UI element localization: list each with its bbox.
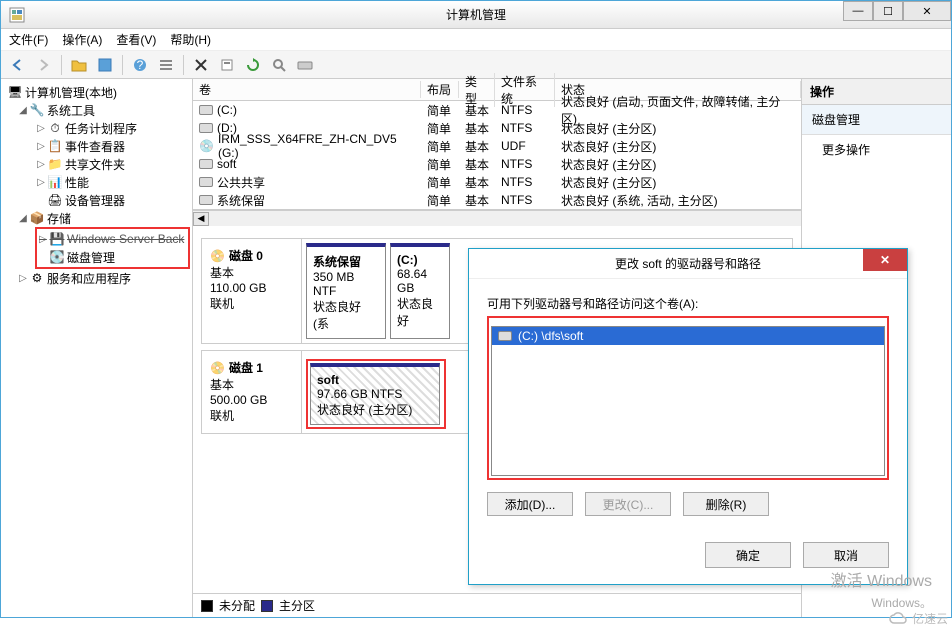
actions-more[interactable]: 更多操作	[802, 135, 951, 164]
computer-icon: 🖥	[7, 84, 23, 100]
cancel-button[interactable]: 取消	[803, 542, 889, 568]
menu-file[interactable]: 文件(F)	[9, 31, 48, 48]
brand-watermark: 亿速云	[888, 610, 948, 627]
volume-row[interactable]: 系统保留简单基本NTFS状态良好 (系统, 活动, 主分区)	[193, 191, 801, 209]
disk-1-info: 📀磁盘 1 基本 500.00 GB 联机	[202, 351, 302, 433]
search-icon[interactable]	[268, 54, 290, 76]
diskmgmt-icon: 💽	[49, 249, 65, 265]
forward-button[interactable]	[33, 54, 55, 76]
h-scrollbar[interactable]: ◀	[193, 210, 801, 226]
window-title: 计算机管理	[446, 6, 506, 23]
app-icon	[9, 7, 25, 23]
path-listbox[interactable]: (C:) \dfs\soft	[491, 326, 885, 476]
tree-diskmgmt[interactable]: 💽磁盘管理	[37, 248, 188, 266]
scroll-left-icon[interactable]: ◀	[193, 212, 209, 226]
remove-button[interactable]: 删除(R)	[683, 492, 769, 516]
col-volume[interactable]: 卷	[193, 81, 421, 98]
maximize-button[interactable]: ☐	[873, 1, 903, 21]
disk-0-label: 📀磁盘 0	[210, 247, 293, 264]
legend-unalloc: 未分配	[219, 597, 255, 614]
properties-icon[interactable]	[216, 54, 238, 76]
close-button[interactable]: ✕	[903, 1, 951, 21]
legend-primary-swatch	[261, 600, 273, 612]
svg-text:?: ?	[137, 58, 144, 72]
volume-row[interactable]: 💿IRM_SSS_X64FRE_ZH-CN_DV5 (G:)简单基本UDF状态良…	[193, 137, 801, 155]
dialog-prompt: 可用下列驱动器号和路径访问这个卷(A):	[487, 295, 889, 312]
disk-0-part-1[interactable]: (C:) 68.64 GB 状态良好	[390, 243, 450, 339]
cloud-icon	[888, 611, 908, 627]
menu-action[interactable]: 操作(A)	[62, 31, 102, 48]
path-entry-selected[interactable]: (C:) \dfs\soft	[492, 327, 884, 345]
help-icon[interactable]: ?	[129, 54, 151, 76]
tree-taskscheduler[interactable]: ▷⏱任务计划程序	[3, 119, 190, 137]
menubar: 文件(F) 操作(A) 查看(V) 帮助(H)	[1, 29, 951, 51]
menu-view[interactable]: 查看(V)	[116, 31, 156, 48]
add-button[interactable]: 添加(D)...	[487, 492, 573, 516]
clock-icon: ⏱	[47, 120, 63, 136]
storage-icon: 📦	[29, 210, 45, 226]
tree-eventviewer[interactable]: ▷📋事件查看器	[3, 137, 190, 155]
folder-icon[interactable]	[68, 54, 90, 76]
tree-services[interactable]: ▷⚙服务和应用程序	[3, 269, 190, 287]
view-icon[interactable]	[94, 54, 116, 76]
perf-icon: 📊	[47, 174, 63, 190]
legend-unalloc-swatch	[201, 600, 213, 612]
window-buttons: — ☐ ✕	[843, 1, 951, 21]
titlebar[interactable]: 计算机管理 — ☐ ✕	[1, 1, 951, 29]
volume-row[interactable]: (C:)简单基本NTFS状态良好 (启动, 页面文件, 故障转储, 主分区)	[193, 101, 801, 119]
share-icon: 📁	[47, 156, 63, 172]
tree-root[interactable]: 🖥计算机管理(本地)	[3, 83, 190, 101]
legend-primary: 主分区	[279, 597, 315, 614]
disk-1-label: 📀磁盘 1	[210, 359, 293, 376]
dialog-close-button[interactable]: ✕	[863, 249, 907, 271]
back-button[interactable]	[7, 54, 29, 76]
menu-help[interactable]: 帮助(H)	[170, 31, 211, 48]
actions-header: 操作	[802, 79, 951, 105]
tree-sharedfolders[interactable]: ▷📁共享文件夹	[3, 155, 190, 173]
refresh-icon[interactable]	[242, 54, 264, 76]
disk-icon[interactable]	[294, 54, 316, 76]
dialog-title: 更改 soft 的驱动器号和路径	[615, 255, 761, 272]
ok-button[interactable]: 确定	[705, 542, 791, 568]
disk-0-part-0[interactable]: 系统保留 350 MB NTF 状态良好 (系	[306, 243, 386, 339]
volume-row[interactable]: soft简单基本NTFS状态良好 (主分区)	[193, 155, 801, 173]
services-icon: ⚙	[29, 270, 45, 286]
nav-tree: 🖥计算机管理(本地) ◢🔧系统工具 ▷⏱任务计划程序 ▷📋事件查看器 ▷📁共享文…	[1, 79, 193, 617]
col-fs[interactable]: 文件系统	[495, 73, 555, 107]
backup-icon: 💾	[49, 231, 65, 247]
change-button[interactable]: 更改(C)...	[585, 492, 671, 516]
drive-icon	[498, 331, 512, 341]
tree-devicemgr[interactable]: 🖨设备管理器	[3, 191, 190, 209]
tools-icon: 🔧	[29, 102, 45, 118]
minimize-button[interactable]: —	[843, 1, 873, 21]
cancel-icon[interactable]	[190, 54, 212, 76]
tree-wsb[interactable]: ▷💾Windows Server Back	[37, 230, 188, 248]
disk-1-part-0[interactable]: soft 97.66 GB NTFS 状态良好 (主分区)	[310, 363, 440, 425]
watermark-line2: Windows。	[871, 594, 932, 611]
actions-section: 磁盘管理	[802, 105, 951, 135]
tree-storage[interactable]: ◢📦存储	[3, 209, 190, 227]
watermark-line1: 激活 Windows	[831, 567, 932, 591]
device-icon: 🖨	[47, 192, 63, 208]
volume-row[interactable]: 公共共享简单基本NTFS状态良好 (主分区)	[193, 173, 801, 191]
tree-performance[interactable]: ▷📊性能	[3, 173, 190, 191]
legend: 未分配 主分区	[193, 593, 801, 617]
event-icon: 📋	[47, 138, 63, 154]
volume-list: 卷 布局 类型 文件系统 状态 (C:)简单基本NTFS状态良好 (启动, 页面…	[193, 79, 801, 210]
dialog-titlebar[interactable]: 更改 soft 的驱动器号和路径 ✕	[469, 249, 907, 279]
col-layout[interactable]: 布局	[421, 81, 459, 98]
change-drive-dialog: 更改 soft 的驱动器号和路径 ✕ 可用下列驱动器号和路径访问这个卷(A): …	[468, 248, 908, 585]
disk-0-info: 📀磁盘 0 基本 110.00 GB 联机	[202, 239, 302, 343]
list-icon[interactable]	[155, 54, 177, 76]
tree-systools[interactable]: ◢🔧系统工具	[3, 101, 190, 119]
